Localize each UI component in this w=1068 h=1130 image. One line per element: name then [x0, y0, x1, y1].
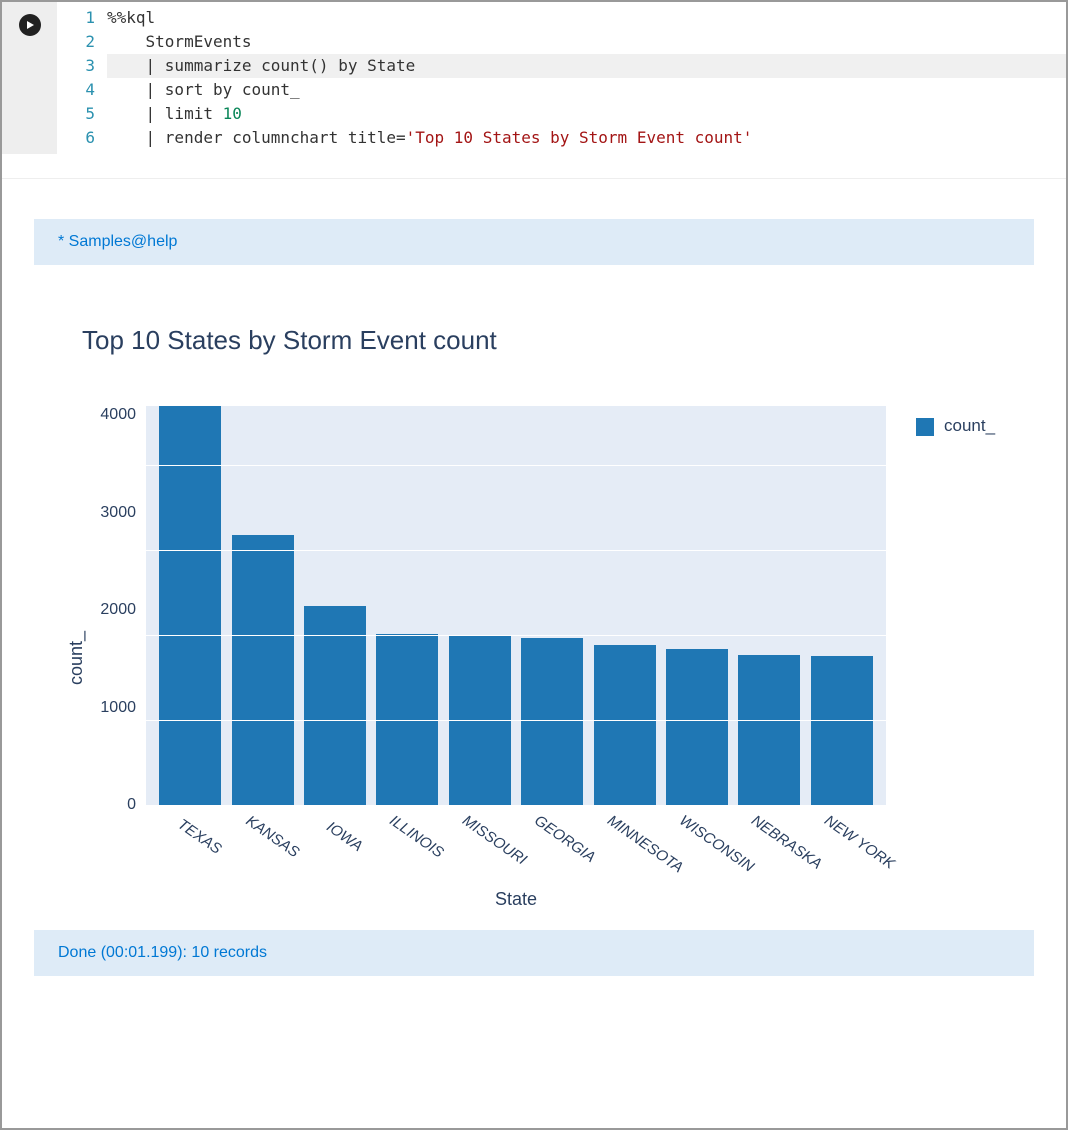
ytick-label: 4000: [91, 406, 136, 424]
code-line[interactable]: | summarize count() by State: [107, 54, 1066, 78]
grid-line: [146, 720, 886, 721]
separator: [2, 178, 1066, 179]
chart-ylabel: count_: [62, 406, 91, 910]
status-bar: Done (00:01.199): 10 records: [34, 930, 1034, 976]
ytick-label: 2000: [91, 601, 136, 619]
xtick-label: MINNESOTA: [604, 812, 665, 861]
code-line[interactable]: | render columnchart title='Top 10 State…: [107, 126, 1066, 150]
code-lines: %%kql StormEvents | summarize count() by…: [107, 6, 1066, 150]
ytick-label: 0: [91, 796, 136, 814]
line-numbers: 123456: [57, 6, 107, 150]
grid-line: [146, 465, 886, 466]
code-line[interactable]: %%kql: [107, 6, 1066, 30]
line-number: 5: [57, 102, 95, 126]
chart-xaxis: TEXASKANSASIOWAILLINOISMISSOURIGEORGIAMI…: [146, 806, 886, 829]
bar[interactable]: [159, 406, 221, 806]
connection-info-bar: * Samples@help: [34, 219, 1034, 265]
bar[interactable]: [666, 649, 728, 806]
bar[interactable]: [811, 656, 873, 806]
line-number: 2: [57, 30, 95, 54]
code-editor[interactable]: 123456 %%kql StormEvents | summarize cou…: [57, 2, 1066, 154]
bar[interactable]: [304, 606, 366, 806]
xtick-label: NEW YORK: [821, 812, 882, 861]
xtick-label: KANSAS: [242, 812, 303, 861]
chart-yaxis: 40003000200010000: [91, 406, 146, 806]
cell-gutter: [2, 2, 57, 154]
grid-line: [146, 635, 886, 636]
code-line[interactable]: StormEvents: [107, 30, 1066, 54]
xtick-label: MISSOURI: [459, 812, 520, 861]
chart-title: Top 10 States by Storm Event count: [82, 325, 1006, 356]
legend-label: count_: [944, 416, 995, 436]
chart-container: Top 10 States by Storm Event count count…: [62, 325, 1006, 910]
chart-xlabel: State: [146, 889, 886, 910]
line-number: 6: [57, 126, 95, 150]
cell-output: * Samples@help Top 10 States by Storm Ev…: [2, 219, 1066, 976]
xtick-label: WISCONSIN: [676, 812, 737, 861]
line-number: 4: [57, 78, 95, 102]
xtick-label: ILLINOIS: [387, 812, 448, 861]
line-number: 3: [57, 54, 95, 78]
play-icon: [25, 20, 35, 30]
code-cell: 123456 %%kql StormEvents | summarize cou…: [2, 2, 1066, 154]
ytick-label: 1000: [91, 699, 136, 717]
chart-plot-area[interactable]: [146, 406, 886, 806]
bar[interactable]: [594, 645, 656, 806]
bar[interactable]: [232, 535, 294, 806]
legend-swatch-icon: [916, 418, 934, 436]
xtick-label: TEXAS: [169, 812, 230, 861]
xtick-label: IOWA: [314, 812, 375, 861]
code-line[interactable]: | sort by count_: [107, 78, 1066, 102]
bar[interactable]: [521, 638, 583, 807]
line-number: 1: [57, 6, 95, 30]
xtick-label: NEBRASKA: [749, 812, 810, 861]
xtick-label: GEORGIA: [531, 812, 592, 861]
grid-line: [146, 550, 886, 551]
chart-bars: [146, 406, 886, 806]
run-button[interactable]: [19, 14, 41, 36]
bar[interactable]: [738, 655, 800, 806]
grid-line: [146, 805, 886, 806]
ytick-label: 3000: [91, 504, 136, 522]
code-line[interactable]: | limit 10: [107, 102, 1066, 126]
chart-legend[interactable]: count_: [886, 406, 1006, 910]
